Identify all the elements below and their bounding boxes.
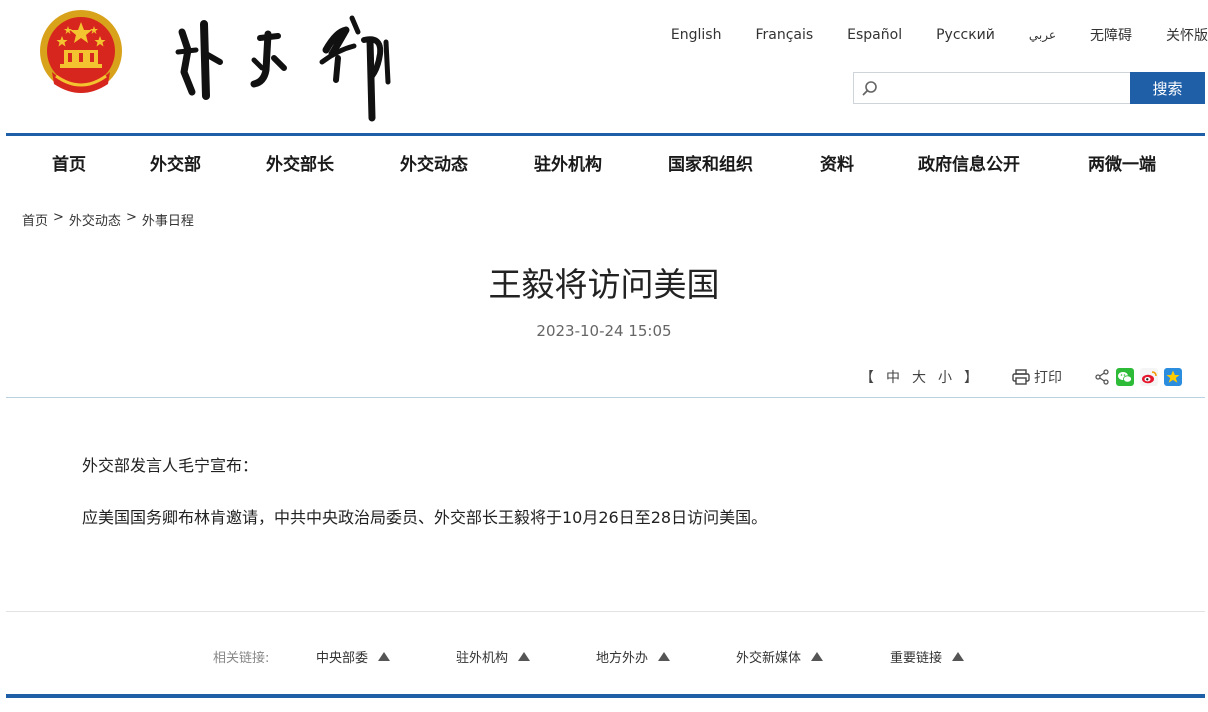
- search-icon: [862, 81, 877, 96]
- share-icon[interactable]: [1094, 369, 1110, 385]
- wechat-icon[interactable]: [1116, 368, 1134, 386]
- breadcrumb: 首页 > 外交动态 > 外事日程: [22, 210, 199, 229]
- article-tools: 【 中 大 小 】 打印: [854, 366, 1182, 388]
- main-navigation: 首页 外交部 外交部长 外交动态 驻外机构 国家和组织 资料 政府信息公开 两微…: [6, 136, 1205, 188]
- national-emblem-icon[interactable]: [38, 8, 124, 100]
- nav-item-resources[interactable]: 资料: [820, 150, 854, 175]
- site-header: English Français Español Русский عربي 无障…: [0, 0, 1208, 133]
- breadcrumb-separator: >: [53, 210, 64, 225]
- footer-bottom-border: [6, 694, 1205, 698]
- lang-arabic-link[interactable]: عربي: [1029, 28, 1056, 42]
- lang-russian-link[interactable]: Русский: [936, 27, 995, 43]
- related-link-label: 外交新媒体: [736, 651, 802, 666]
- breadcrumb-separator: >: [125, 210, 137, 225]
- search-button[interactable]: 搜索: [1130, 72, 1205, 104]
- article-title: 王毅将访问美国: [488, 265, 720, 304]
- print-label: 打印: [1034, 370, 1062, 386]
- language-switcher: English Français Español Русский عربي 无障…: [637, 24, 1208, 46]
- lang-english-link[interactable]: English: [671, 27, 722, 43]
- related-links-label: 相关链接:: [213, 651, 270, 666]
- font-size-switcher: 【 中 大 小 】: [854, 367, 984, 387]
- share-group: [1088, 368, 1182, 386]
- related-link-label: 地方外办: [596, 651, 649, 666]
- related-link-new-media[interactable]: 外交新媒体: [736, 647, 824, 666]
- breadcrumb-home-link[interactable]: 首页: [22, 210, 48, 229]
- font-size-medium-button[interactable]: 中: [886, 367, 900, 387]
- printer-icon: [1012, 369, 1030, 385]
- related-link-important-links[interactable]: 重要链接: [890, 647, 965, 666]
- accessibility-link[interactable]: 无障碍: [1090, 25, 1132, 45]
- related-link-label: 中央部委: [316, 651, 369, 666]
- triangle-up-icon: [518, 652, 531, 661]
- related-link-label: 驻外机构: [456, 651, 509, 666]
- article-paragraph: 应美国国务卿布林肯邀请，中共中央政治局委员、外交部长王毅将于10月26日至28日…: [82, 508, 768, 527]
- triangle-up-icon: [952, 652, 965, 661]
- footer-divider: [6, 611, 1205, 612]
- article-date: 2023-10-24 15:05: [536, 322, 672, 340]
- elderly-care-mode-link[interactable]: 关怀版: [1166, 25, 1208, 45]
- nav-item-home[interactable]: 首页: [52, 150, 86, 175]
- breadcrumb-schedule-link[interactable]: 外事日程: [142, 210, 194, 229]
- article-body: 外交部发言人毛宁宣布： 应美国国务卿布林肯邀请，中共中央政治局委员、外交部长王毅…: [82, 453, 1142, 557]
- related-links-bar: 相关链接: 中央部委 驻外机构 地方外办 外交新媒体 重要链接: [0, 645, 1208, 667]
- nav-item-countries-organizations[interactable]: 国家和组织: [668, 150, 753, 175]
- triangle-up-icon: [658, 652, 671, 661]
- weibo-icon[interactable]: [1140, 368, 1158, 386]
- related-link-local-foreign-offices[interactable]: 地方外办: [596, 647, 671, 666]
- article-paragraph: 外交部发言人毛宁宣布：: [82, 456, 259, 475]
- lang-french-link[interactable]: Français: [755, 27, 813, 43]
- nav-item-social-media[interactable]: 两微一端: [1088, 150, 1156, 175]
- font-size-bracket-close: 】: [964, 370, 978, 386]
- search-input[interactable]: [882, 73, 1127, 103]
- triangle-up-icon: [811, 652, 824, 661]
- print-button[interactable]: 打印: [1012, 367, 1062, 387]
- related-link-label: 重要链接: [890, 651, 943, 666]
- nav-item-ministry[interactable]: 外交部: [150, 150, 201, 175]
- nav-item-missions-abroad[interactable]: 驻外机构: [534, 150, 602, 175]
- nav-item-government-info[interactable]: 政府信息公开: [918, 150, 1020, 175]
- triangle-up-icon: [378, 652, 391, 661]
- breadcrumb-diplomatic-news-link[interactable]: 外交动态: [69, 210, 121, 229]
- search-bar: 搜索: [853, 72, 1205, 104]
- qzone-icon[interactable]: [1164, 368, 1182, 386]
- lang-spanish-link[interactable]: Español: [847, 27, 902, 43]
- article-header-divider: [6, 397, 1205, 398]
- font-size-bracket-open: 【: [860, 370, 874, 386]
- font-size-small-button[interactable]: 小: [938, 367, 952, 387]
- font-size-large-button[interactable]: 大: [912, 367, 926, 387]
- nav-item-diplomatic-news[interactable]: 外交动态: [400, 150, 468, 175]
- related-link-central-ministries[interactable]: 中央部委: [316, 647, 391, 666]
- ministry-calligraphy-logo[interactable]: [168, 10, 398, 122]
- nav-item-minister[interactable]: 外交部长: [266, 150, 334, 175]
- related-link-missions-abroad[interactable]: 驻外机构: [456, 647, 531, 666]
- search-box: [853, 72, 1130, 104]
